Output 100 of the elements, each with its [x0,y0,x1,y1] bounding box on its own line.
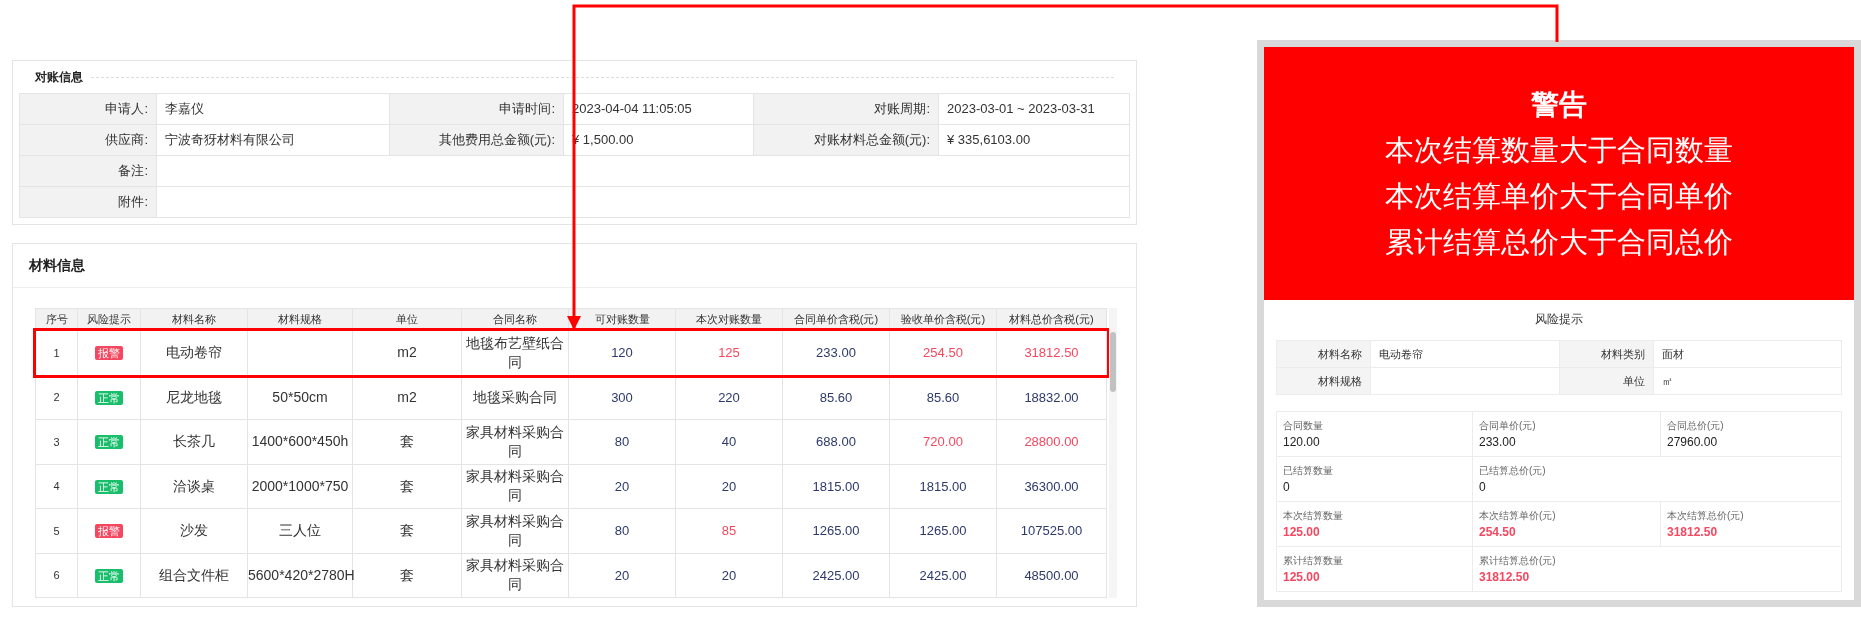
column-header: 单位 [352,308,462,331]
column-header: 验收单价含税(元) [889,308,997,331]
table-cell: 5600*420*2780H [247,553,353,598]
warning-title: 警告 [1531,87,1587,122]
table-row[interactable]: 2 正常 尼龙地毯 50*50cm m2 地毯采购合同 300 220 85.60 85.60 18832.00 [35,375,1107,420]
table-cell: 2000*1000*750 [247,464,353,509]
table-row[interactable]: 4 正常 洽谈桌 2000*1000*750 套 家具材料采购合同 20 20 1815.00 1815.00 36300.00 [35,464,1107,509]
table-cell: 2425.00 [889,553,997,598]
table-cell: 5 [35,508,78,553]
table-cell: 720.00 [889,419,997,464]
table-cell: 2 [35,375,78,420]
table-cell: 套 [352,464,462,509]
stat-label: 合同总价(元) [1667,418,1725,433]
risk-tag: 报警 [95,524,123,538]
table-cell: 18832.00 [996,375,1107,420]
warning-message: 本次结算数量大于合同数量 [1385,132,1733,168]
stat-value: 31812.50 [1667,523,1719,541]
table-cell: 4 [35,464,78,509]
info-label: 材料名称 [1277,341,1371,368]
table-cell: 1265.00 [782,508,890,553]
table-cell: 1400*600*450h [247,419,353,464]
table-row[interactable]: 3 正常 长茶几 1400*600*450h 套 家具材料采购合同 80 40 688.00 720.00 28800.00 [35,419,1107,464]
column-header: 可对账数量 [568,308,676,331]
table-cell: 20 [675,464,783,509]
table-cell: 36300.00 [996,464,1107,509]
table-cell: 6 [35,553,78,598]
info-value: 面材 [1653,341,1842,368]
table-cell: 48500.00 [996,553,1107,598]
table-cell: 107525.00 [996,508,1107,553]
stat-label: 本次结算数量 [1283,508,1344,523]
table-cell: 1815.00 [782,464,890,509]
column-header: 序号 [35,308,78,331]
field-label: 对账材料总金额(元): [754,125,939,156]
table-cell: 40 [675,419,783,464]
stat-value: 31812.50 [1479,568,1531,586]
scrollbar[interactable] [1109,308,1117,598]
stat-label: 累计结算总价(元) [1479,553,1557,568]
field-value: ¥ 335,6103.00 [939,125,1130,156]
table-cell: 沙发 [140,508,248,553]
stat-label: 本次结算单价(元) [1479,508,1557,523]
field-value: 2023-03-01 ~ 2023-03-31 [939,94,1130,125]
stat-value: 0 [1283,478,1291,496]
stat-label: 已结算数量 [1283,463,1334,478]
risk-tag: 报警 [95,346,123,360]
risk-tag: 正常 [95,435,123,449]
column-header: 本次对账数量 [675,308,783,331]
info-value: 电动卷帘 [1371,341,1560,368]
stat-label: 合同单价(元) [1479,418,1537,433]
table-cell: 家具材料采购合同 [461,508,569,553]
stat-value: 0 [1479,478,1487,496]
field-label: 申请人: [20,94,157,125]
column-header: 材料规格 [247,308,353,331]
table-cell: m2 [352,375,462,420]
table-cell: 1265.00 [889,508,997,553]
info-value: ㎡ [1653,368,1842,395]
stat-label: 已结算总价(元) [1479,463,1547,478]
table-cell: 长茶几 [140,419,248,464]
table-cell: 家具材料采购合同 [461,553,569,598]
warning-message: 累计结算总价大于合同总价 [1385,224,1733,260]
table-cell: 组合文件柜 [140,553,248,598]
table-cell: 80 [568,508,676,553]
table-cell: 300 [568,375,676,420]
stat-label: 本次结算总价(元) [1667,508,1745,523]
table-row[interactable]: 1 报警 电动卷帘 m2 地毯布艺壁纸合同 120 125 233.00 254.50 31812.50 [35,330,1107,375]
risk-tag: 正常 [95,479,123,494]
table-cell: 家具材料采购合同 [461,464,569,509]
field-label: 对账周期: [754,94,939,125]
table-cell: 家具材料采购合同 [461,419,569,464]
risk-tag: 正常 [95,568,123,583]
table-cell: 20 [568,464,676,509]
field-label: 其他费用总金额(元): [390,125,564,156]
column-header: 材料名称 [140,308,248,331]
table-cell: 地毯采购合同 [461,375,569,420]
info-label: 材料规格 [1277,368,1371,395]
info-label: 单位 [1559,368,1654,395]
risk-tag: 正常 [95,390,123,405]
table-cell: 尼龙地毯 [140,375,248,420]
field-label: 申请时间: [390,94,564,125]
table-cell: 3 [35,419,78,464]
table-cell: 2425.00 [782,553,890,598]
table-row[interactable]: 6 正常 组合文件柜 5600*420*2780H 套 家具材料采购合同 20 20 2425.00 2425.00 48500.00 [35,553,1107,598]
table-cell: 220 [675,375,783,420]
table-cell: 80 [568,419,676,464]
table-cell: 20 [675,553,783,598]
table-row[interactable]: 5 报警 沙发 三人位 套 家具材料采购合同 80 85 1265.00 1265.00 107525.00 [35,508,1107,553]
info-label: 材料类别 [1559,341,1654,368]
table-cell: 50*50cm [247,375,353,420]
panel-title: 风险提示 [1535,311,1583,328]
section-title: 对账信息 [35,69,83,86]
column-header: 风险提示 [77,308,141,331]
stat-label: 合同数量 [1283,418,1324,433]
field-label: 备注: [20,156,157,187]
stat-value: 120.00 [1283,433,1321,451]
stat-value: 254.50 [1479,523,1517,541]
stat-value: 125.00 [1283,523,1321,541]
table-cell: 套 [352,508,462,553]
table-cell: 85 [675,508,783,553]
stat-value: 125.00 [1283,568,1321,586]
field-label: 附件: [20,187,157,218]
table-cell: 三人位 [247,508,353,553]
